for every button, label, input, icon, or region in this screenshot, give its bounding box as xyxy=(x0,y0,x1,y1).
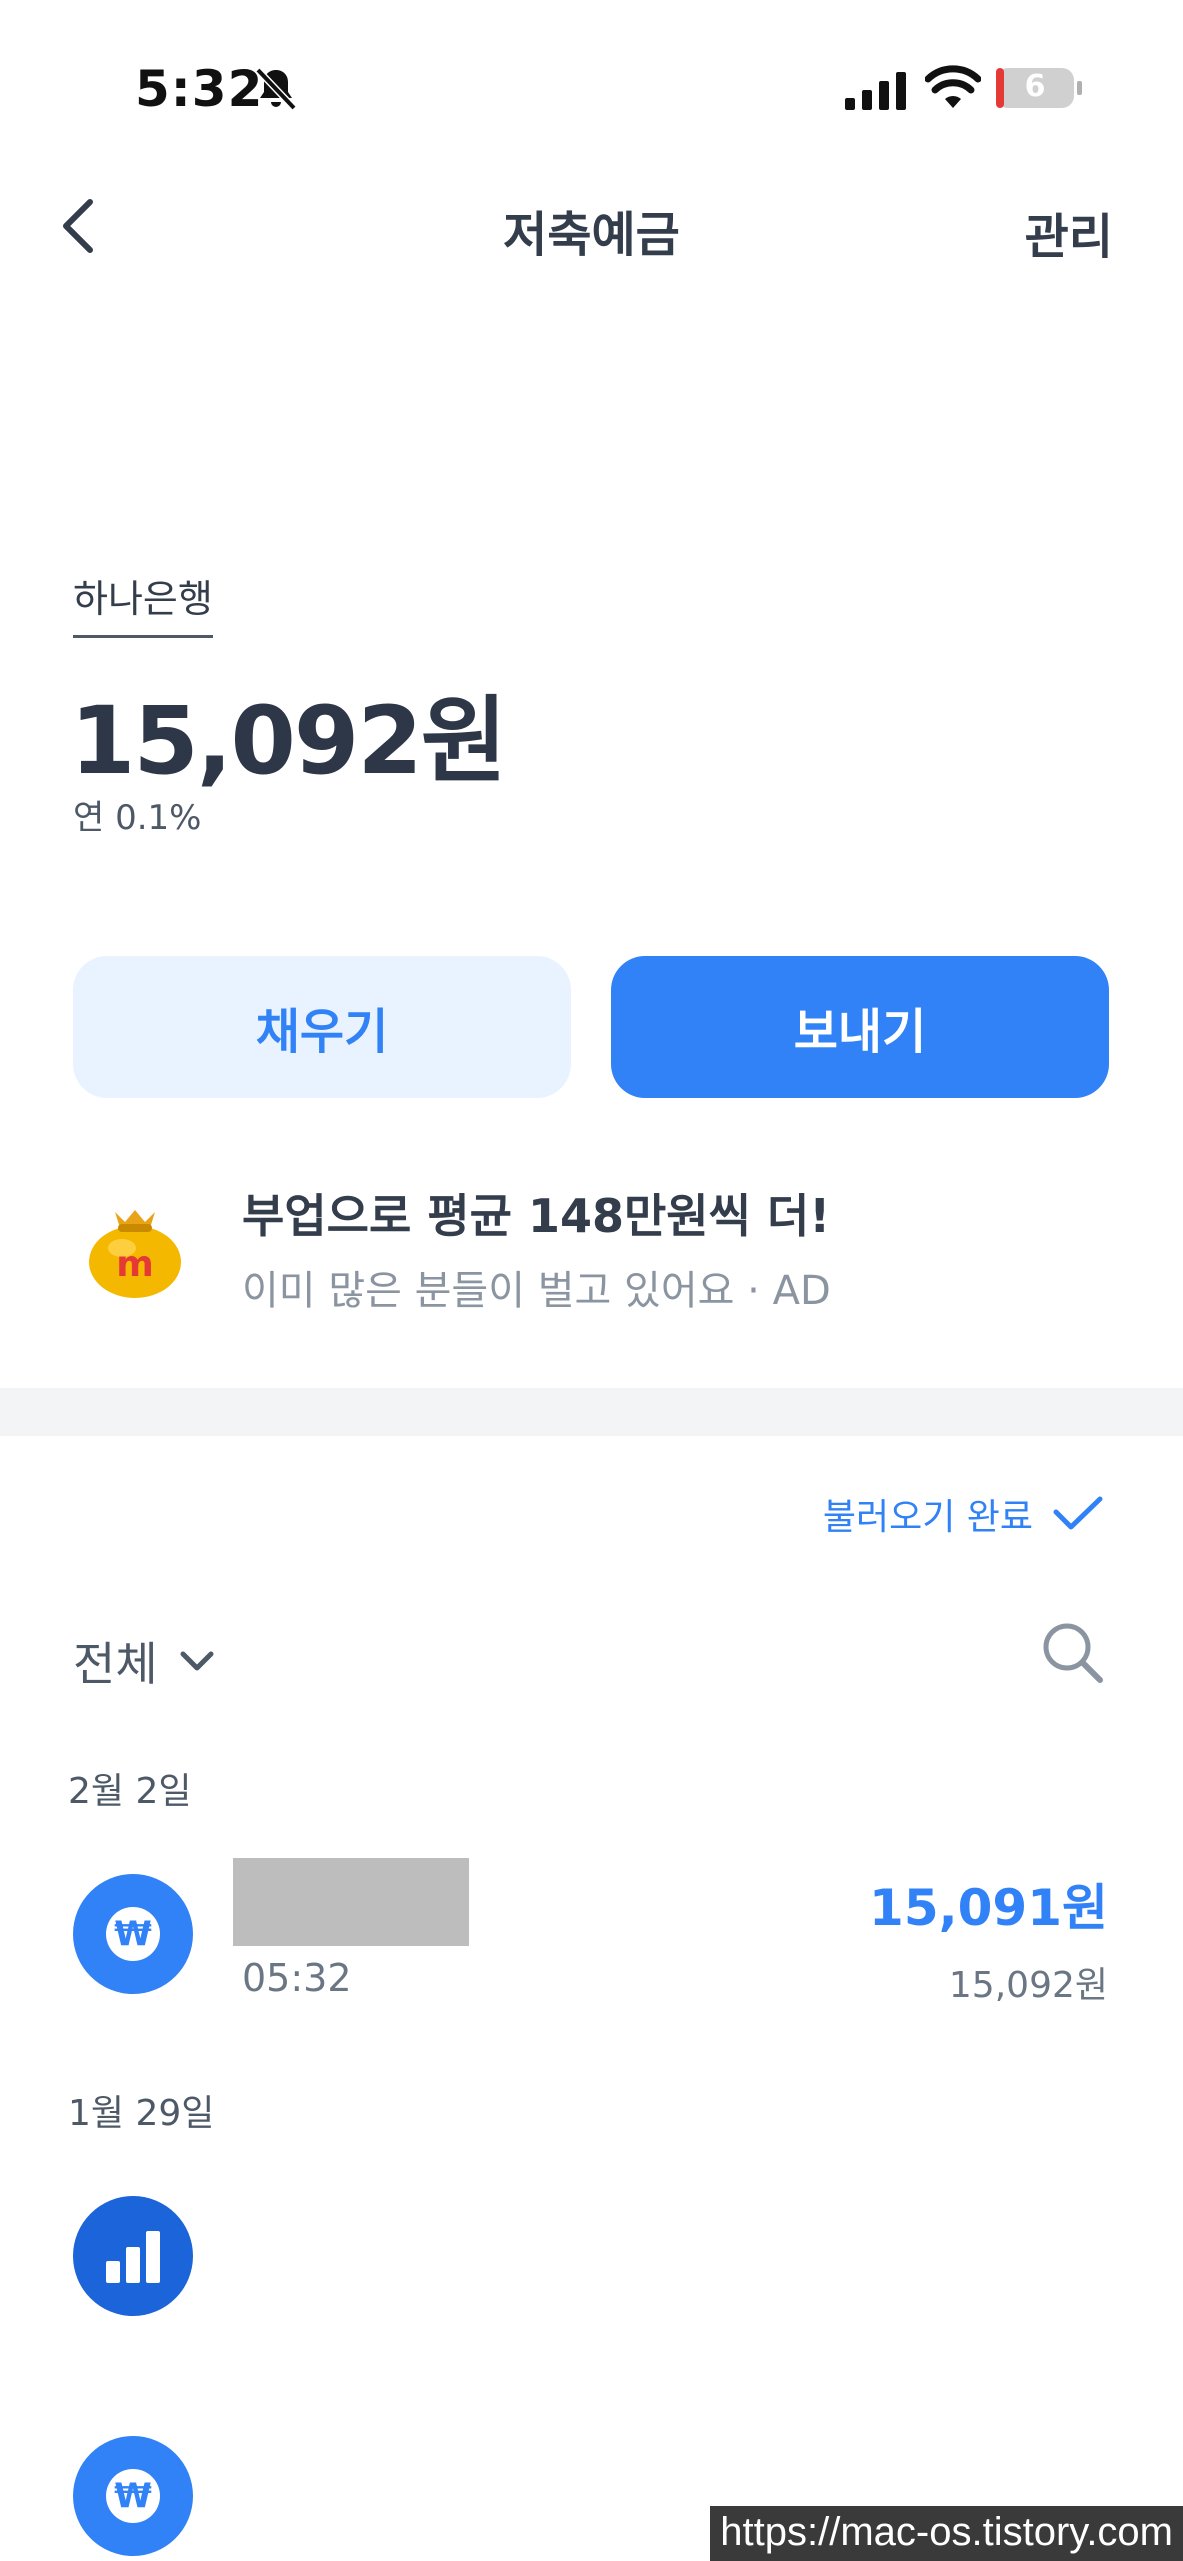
watermark: https://mac-os.tistory.com xyxy=(710,2506,1183,2561)
page-title: 저축예금 xyxy=(503,207,680,263)
svg-text:m: m xyxy=(116,1244,154,1285)
status-time: 5:32 xyxy=(135,60,264,118)
transaction-time: 05:32 xyxy=(242,1956,352,2000)
transaction-amount: 15,091원 xyxy=(869,1879,1108,1937)
date-header: 1월 29일 xyxy=(68,2093,215,2134)
won-icon: ₩ xyxy=(106,2469,160,2523)
transaction-icon[interactable]: ₩ xyxy=(73,1874,193,1994)
load-status-label: 불러오기 완료 xyxy=(822,1497,1033,1538)
fill-button[interactable]: 채우기 xyxy=(73,956,571,1098)
manage-button[interactable]: 관리 xyxy=(1025,197,1113,267)
filter-label: 전체 xyxy=(73,1637,158,1691)
wifi-icon xyxy=(925,65,981,108)
signal-icon xyxy=(845,72,906,110)
check-icon xyxy=(1053,1496,1103,1530)
bell-slash-icon xyxy=(255,67,297,111)
bar-chart-icon xyxy=(106,2231,160,2283)
money-bag-icon[interactable]: m xyxy=(80,1190,190,1300)
bank-name[interactable]: 하나은행 xyxy=(73,568,213,638)
interest-rate: 연 0.1% xyxy=(73,798,202,838)
battery-level: 6 xyxy=(1024,69,1046,104)
filter-dropdown[interactable]: 전체 xyxy=(73,1628,214,1694)
transaction-icon[interactable]: ₩ xyxy=(73,2436,193,2556)
ad-title[interactable]: 부업으로 평균 148만원씩 더! xyxy=(242,1180,830,1246)
transaction-icon[interactable] xyxy=(73,2196,193,2316)
date-header: 2월 2일 xyxy=(68,1771,192,1812)
battery-indicator: 6 xyxy=(995,66,1083,110)
transaction-balance: 15,092원 xyxy=(948,1965,1108,2006)
account-balance: 15,092원 xyxy=(70,687,507,796)
load-status: 불러오기 완료 xyxy=(823,1488,1103,1540)
won-icon: ₩ xyxy=(106,1907,160,1961)
chevron-down-icon xyxy=(180,1651,214,1671)
redacted-transaction-name[interactable] xyxy=(233,1858,469,1946)
send-button[interactable]: 보내기 xyxy=(611,956,1109,1098)
ad-subtitle: 이미 많은 분들이 벌고 있어요 · AD xyxy=(242,1268,831,1314)
section-divider xyxy=(0,1388,1183,1436)
search-icon[interactable] xyxy=(1040,1620,1104,1684)
